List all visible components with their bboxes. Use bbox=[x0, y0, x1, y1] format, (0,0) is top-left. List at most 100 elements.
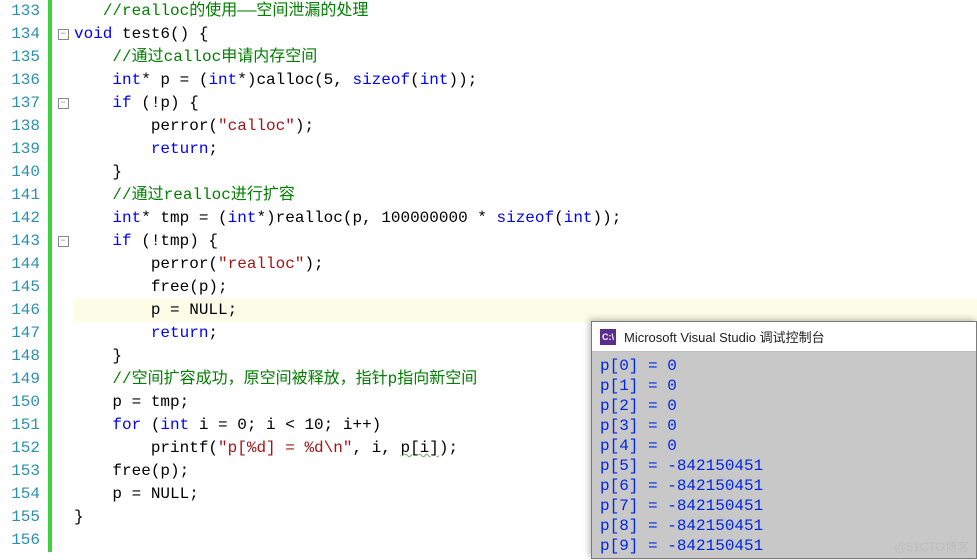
code-token: * p = ( bbox=[141, 71, 208, 89]
code-token: ; bbox=[208, 324, 218, 342]
line-number: 142 bbox=[4, 207, 40, 230]
console-line: p[6] = -842150451 bbox=[600, 476, 968, 496]
fold-minus-icon[interactable]: − bbox=[58, 236, 69, 247]
code-token: ); bbox=[304, 255, 323, 273]
line-number: 143 bbox=[4, 230, 40, 253]
code-token: (!p) { bbox=[132, 94, 199, 112]
fold-cell[interactable]: − bbox=[52, 23, 74, 46]
code-token: free(p); bbox=[74, 462, 189, 480]
bar-row bbox=[48, 506, 74, 529]
code-token: p = NULL; bbox=[74, 485, 199, 503]
code-token: } bbox=[74, 347, 122, 365]
fold-cell bbox=[52, 115, 74, 138]
fold-cell[interactable]: − bbox=[52, 92, 74, 115]
fold-cell bbox=[52, 0, 74, 23]
fold-cell bbox=[52, 299, 74, 322]
bar-row bbox=[48, 391, 74, 414]
line-number: 146 bbox=[4, 299, 40, 322]
bar-row bbox=[48, 161, 74, 184]
code-token: int bbox=[228, 209, 257, 227]
code-token: perror( bbox=[74, 255, 218, 273]
fold-cell bbox=[52, 322, 74, 345]
code-token bbox=[74, 416, 112, 434]
code-token: "calloc" bbox=[218, 117, 295, 135]
code-token: //通过realloc进行扩容 bbox=[112, 186, 294, 204]
fold-cell bbox=[52, 69, 74, 92]
fold-cell bbox=[52, 391, 74, 414]
console-title: Microsoft Visual Studio 调试控制台 bbox=[624, 327, 825, 346]
bar-row bbox=[48, 207, 74, 230]
code-line[interactable]: if (!tmp) { bbox=[74, 230, 977, 253]
fold-cell bbox=[52, 345, 74, 368]
console-line: p[4] = 0 bbox=[600, 436, 968, 456]
code-token bbox=[74, 370, 112, 388]
line-number: 151 bbox=[4, 414, 40, 437]
console-line: p[2] = 0 bbox=[600, 396, 968, 416]
console-line: p[7] = -842150451 bbox=[600, 496, 968, 516]
fold-cell bbox=[52, 368, 74, 391]
bar-row: − bbox=[48, 23, 74, 46]
console-output: p[0] = 0p[1] = 0p[2] = 0p[3] = 0p[4] = 0… bbox=[592, 352, 976, 560]
code-line[interactable]: perror("realloc"); bbox=[74, 253, 977, 276]
fold-cell bbox=[52, 506, 74, 529]
code-token: ); bbox=[439, 439, 458, 457]
code-line[interactable]: //realloc的使用——空间泄漏的处理 bbox=[74, 0, 977, 23]
code-token: int bbox=[160, 416, 189, 434]
code-token bbox=[74, 186, 112, 204]
code-line[interactable]: return; bbox=[74, 138, 977, 161]
code-token: } bbox=[74, 163, 122, 181]
bar-row bbox=[48, 368, 74, 391]
code-line[interactable]: void test6() { bbox=[74, 23, 977, 46]
fold-cell bbox=[52, 414, 74, 437]
code-line[interactable]: if (!p) { bbox=[74, 92, 977, 115]
line-number: 139 bbox=[4, 138, 40, 161]
line-number: 140 bbox=[4, 161, 40, 184]
code-token: )); bbox=[449, 71, 478, 89]
code-line[interactable]: } bbox=[74, 161, 977, 184]
code-token: perror( bbox=[74, 117, 218, 135]
line-number: 156 bbox=[4, 529, 40, 552]
code-token: *)calloc(5, bbox=[237, 71, 352, 89]
code-line[interactable]: //通过calloc申请内存空间 bbox=[74, 46, 977, 69]
code-token: int bbox=[112, 209, 141, 227]
code-line[interactable]: perror("calloc"); bbox=[74, 115, 977, 138]
code-token: if bbox=[112, 94, 131, 112]
code-line[interactable]: //通过realloc进行扩容 bbox=[74, 184, 977, 207]
bar-row bbox=[48, 345, 74, 368]
code-token bbox=[74, 324, 151, 342]
fold-minus-icon[interactable]: − bbox=[58, 29, 69, 40]
code-token bbox=[74, 140, 151, 158]
code-token: int bbox=[208, 71, 237, 89]
change-and-fold-bar: − − − bbox=[48, 0, 74, 559]
bar-row bbox=[48, 299, 74, 322]
bar-row bbox=[48, 115, 74, 138]
line-number: 153 bbox=[4, 460, 40, 483]
code-token bbox=[74, 232, 112, 250]
console-titlebar[interactable]: C:\ Microsoft Visual Studio 调试控制台 bbox=[592, 322, 976, 352]
bar-row bbox=[48, 460, 74, 483]
code-line[interactable]: free(p); bbox=[74, 276, 977, 299]
line-number: 155 bbox=[4, 506, 40, 529]
fold-minus-icon[interactable]: − bbox=[58, 98, 69, 109]
code-token: //空间扩容成功，原空间被释放，指针p指向新空间 bbox=[112, 370, 477, 388]
code-line[interactable]: p = NULL; bbox=[74, 299, 977, 322]
bar-row bbox=[48, 253, 74, 276]
code-token: int bbox=[420, 71, 449, 89]
watermark-text: @51CTO博客 bbox=[894, 538, 969, 555]
bar-row bbox=[48, 322, 74, 345]
code-token bbox=[74, 71, 112, 89]
code-line[interactable]: int* tmp = (int*)realloc(p, 100000000 * … bbox=[74, 207, 977, 230]
code-token: sizeof bbox=[497, 209, 555, 227]
code-token: test6() { bbox=[112, 25, 208, 43]
bar-row bbox=[48, 184, 74, 207]
code-token: p = tmp; bbox=[74, 393, 189, 411]
line-number: 136 bbox=[4, 69, 40, 92]
fold-cell bbox=[52, 138, 74, 161]
debug-console-window[interactable]: C:\ Microsoft Visual Studio 调试控制台 p[0] =… bbox=[591, 321, 977, 559]
fold-cell[interactable]: − bbox=[52, 230, 74, 253]
code-token: (!tmp) { bbox=[132, 232, 218, 250]
code-token: free(p); bbox=[74, 278, 228, 296]
bar-row bbox=[48, 138, 74, 161]
code-token: p[i] bbox=[400, 439, 438, 457]
code-line[interactable]: int* p = (int*)calloc(5, sizeof(int)); bbox=[74, 69, 977, 92]
